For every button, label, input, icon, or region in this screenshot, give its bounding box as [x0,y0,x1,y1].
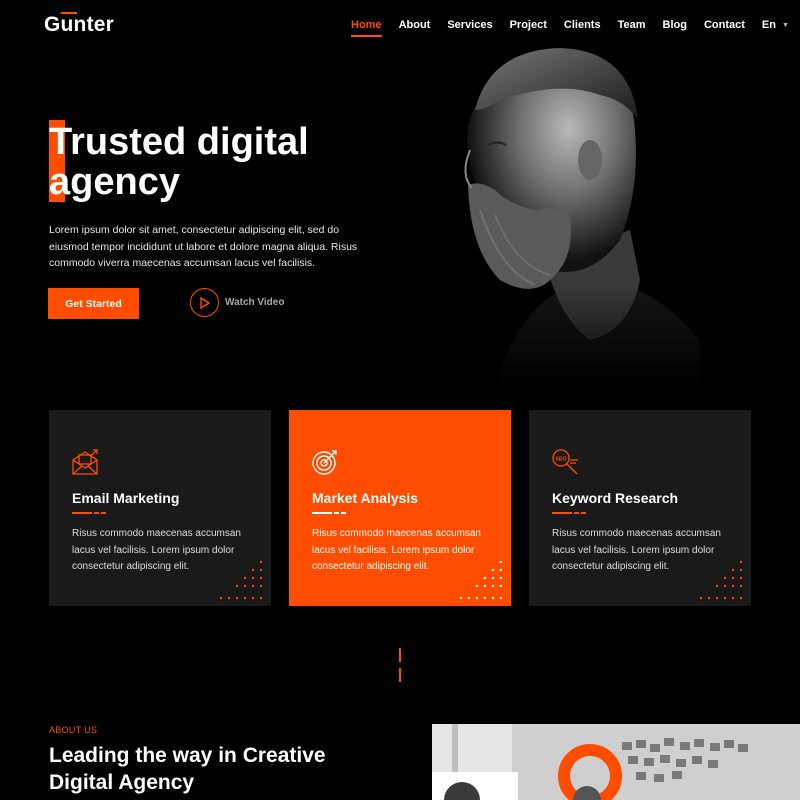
hero-description: Lorem ipsum dolor sit amet, consectetur … [49,224,358,269]
hero-title-line-2: agency [49,161,180,203]
main-menu: Home About Services Project Clients Team… [351,19,789,37]
nav-services[interactable]: Services [447,19,492,31]
logo[interactable]: Gunter [44,13,114,37]
service-title: Market Analysis [312,490,419,506]
title-underline [72,512,106,514]
email-marketing-icon [72,449,98,475]
scroll-indicator [399,648,401,682]
about-office-image [432,724,800,800]
service-card-keyword-research[interactable]: SEO Keyword Research Risus commodo maece… [529,410,751,606]
nav-team[interactable]: Team [618,19,646,31]
service-title: Keyword Research [552,490,679,506]
language-selector[interactable]: En ▼ [762,19,789,31]
nav-blog[interactable]: Blog [663,19,687,31]
watch-video-label: Watch Video [225,297,285,308]
nav-project[interactable]: Project [510,19,547,31]
dot-pattern [699,560,743,600]
hero-title-line-1: Trusted digital [49,121,309,163]
dot-pattern [459,560,503,600]
nav-home[interactable]: Home [351,19,382,37]
service-card-email-marketing[interactable]: Email Marketing Risus commodo maecenas a… [49,410,271,606]
service-title: Email Marketing [72,490,180,506]
title-underline [552,512,586,514]
get-started-button[interactable]: Get Started [48,288,139,319]
play-icon[interactable] [190,288,219,317]
seo-icon-text: SEO [555,457,567,463]
hero-portrait-image [440,40,700,390]
seo-search-icon: SEO [552,449,578,475]
nav-contact[interactable]: Contact [704,19,745,31]
service-card-market-analysis[interactable]: Market Analysis Risus commodo maecenas a… [289,410,511,606]
dot-pattern [219,560,263,600]
nav-about[interactable]: About [399,19,431,31]
hero-title: Trusted digital agency [49,122,369,202]
about-kicker: ABOUT US [49,725,98,735]
target-icon [312,450,337,475]
nav-clients[interactable]: Clients [564,19,601,31]
watch-video-button[interactable]: Watch Video [190,288,284,317]
about-title: Leading the way in Creative Digital Agen… [49,744,326,794]
title-underline [312,512,346,514]
caret-down-icon: ▼ [781,21,789,29]
language-label: En [761,19,776,31]
